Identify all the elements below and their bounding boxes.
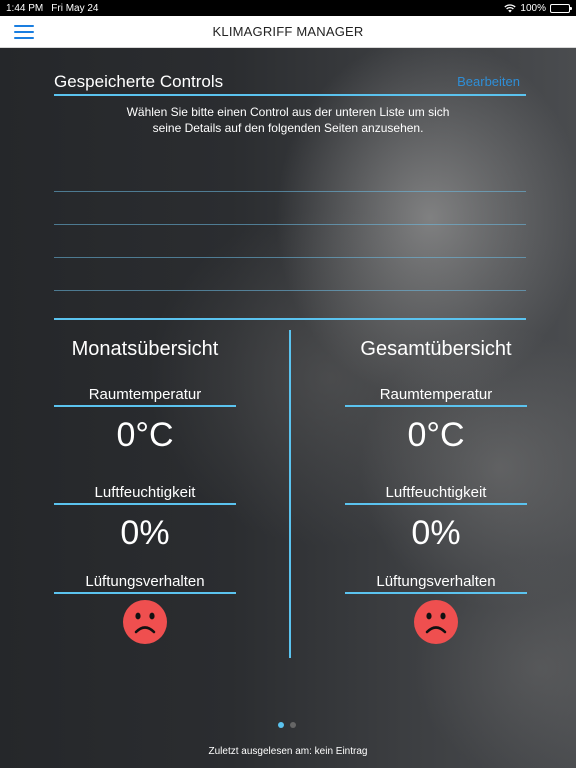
saved-controls-header: Gespeicherte Controls Bearbeiten bbox=[54, 70, 526, 96]
controls-list-row[interactable] bbox=[54, 191, 526, 192]
room-temperature-label: Raumtemperatur bbox=[54, 386, 236, 407]
room-temperature-value: 0°C bbox=[116, 416, 174, 454]
saved-controls-title: Gespeicherte Controls bbox=[54, 72, 224, 91]
ventilation-label: Lüftungsverhalten bbox=[345, 573, 527, 594]
sad-face-icon bbox=[123, 600, 167, 644]
sad-face-icon bbox=[414, 600, 458, 644]
controls-list-bottom-divider bbox=[54, 318, 526, 320]
humidity-label: Luftfeuchtigkeit bbox=[54, 484, 236, 505]
total-overview-title: Gesamtübersicht bbox=[360, 338, 512, 360]
instructions-text: Wählen Sie bitte einen Control aus der u… bbox=[126, 105, 450, 135]
page-indicator[interactable] bbox=[278, 722, 296, 728]
hamburger-menu-icon[interactable] bbox=[14, 24, 34, 40]
status-bar: 1:44 PM Fri May 24 100% bbox=[0, 0, 576, 16]
controls-list-row[interactable] bbox=[54, 290, 526, 291]
page-dot-active[interactable] bbox=[278, 722, 284, 728]
humidity-label: Luftfeuchtigkeit bbox=[345, 484, 527, 505]
battery-percent: 100% bbox=[520, 2, 546, 14]
app-title: KLIMAGRIFF MANAGER bbox=[212, 24, 364, 39]
controls-list-row[interactable] bbox=[54, 224, 526, 225]
status-indicators: 100% bbox=[504, 2, 572, 14]
room-temperature-label: Raumtemperatur bbox=[345, 386, 527, 407]
panel-divider bbox=[289, 330, 291, 658]
humidity-value: 0% bbox=[120, 514, 170, 552]
room-temperature-value: 0°C bbox=[407, 416, 465, 454]
page-dot[interactable] bbox=[290, 722, 296, 728]
battery-icon bbox=[550, 3, 572, 13]
navigation-bar: KLIMAGRIFF MANAGER bbox=[0, 16, 576, 48]
status-time: 1:44 PM bbox=[6, 2, 44, 14]
ventilation-label: Lüftungsverhalten bbox=[54, 573, 236, 594]
humidity-value: 0% bbox=[411, 514, 461, 552]
edit-button[interactable]: Bearbeiten bbox=[457, 74, 520, 89]
controls-list-row[interactable] bbox=[54, 257, 526, 258]
background-image bbox=[0, 48, 576, 768]
status-date: Fri May 24 bbox=[51, 2, 99, 14]
monthly-overview-title: Monatsübersicht bbox=[71, 338, 219, 360]
wifi-icon bbox=[504, 3, 517, 13]
last-read-text: Zuletzt ausgelesen am: kein Eintrag bbox=[208, 746, 368, 757]
